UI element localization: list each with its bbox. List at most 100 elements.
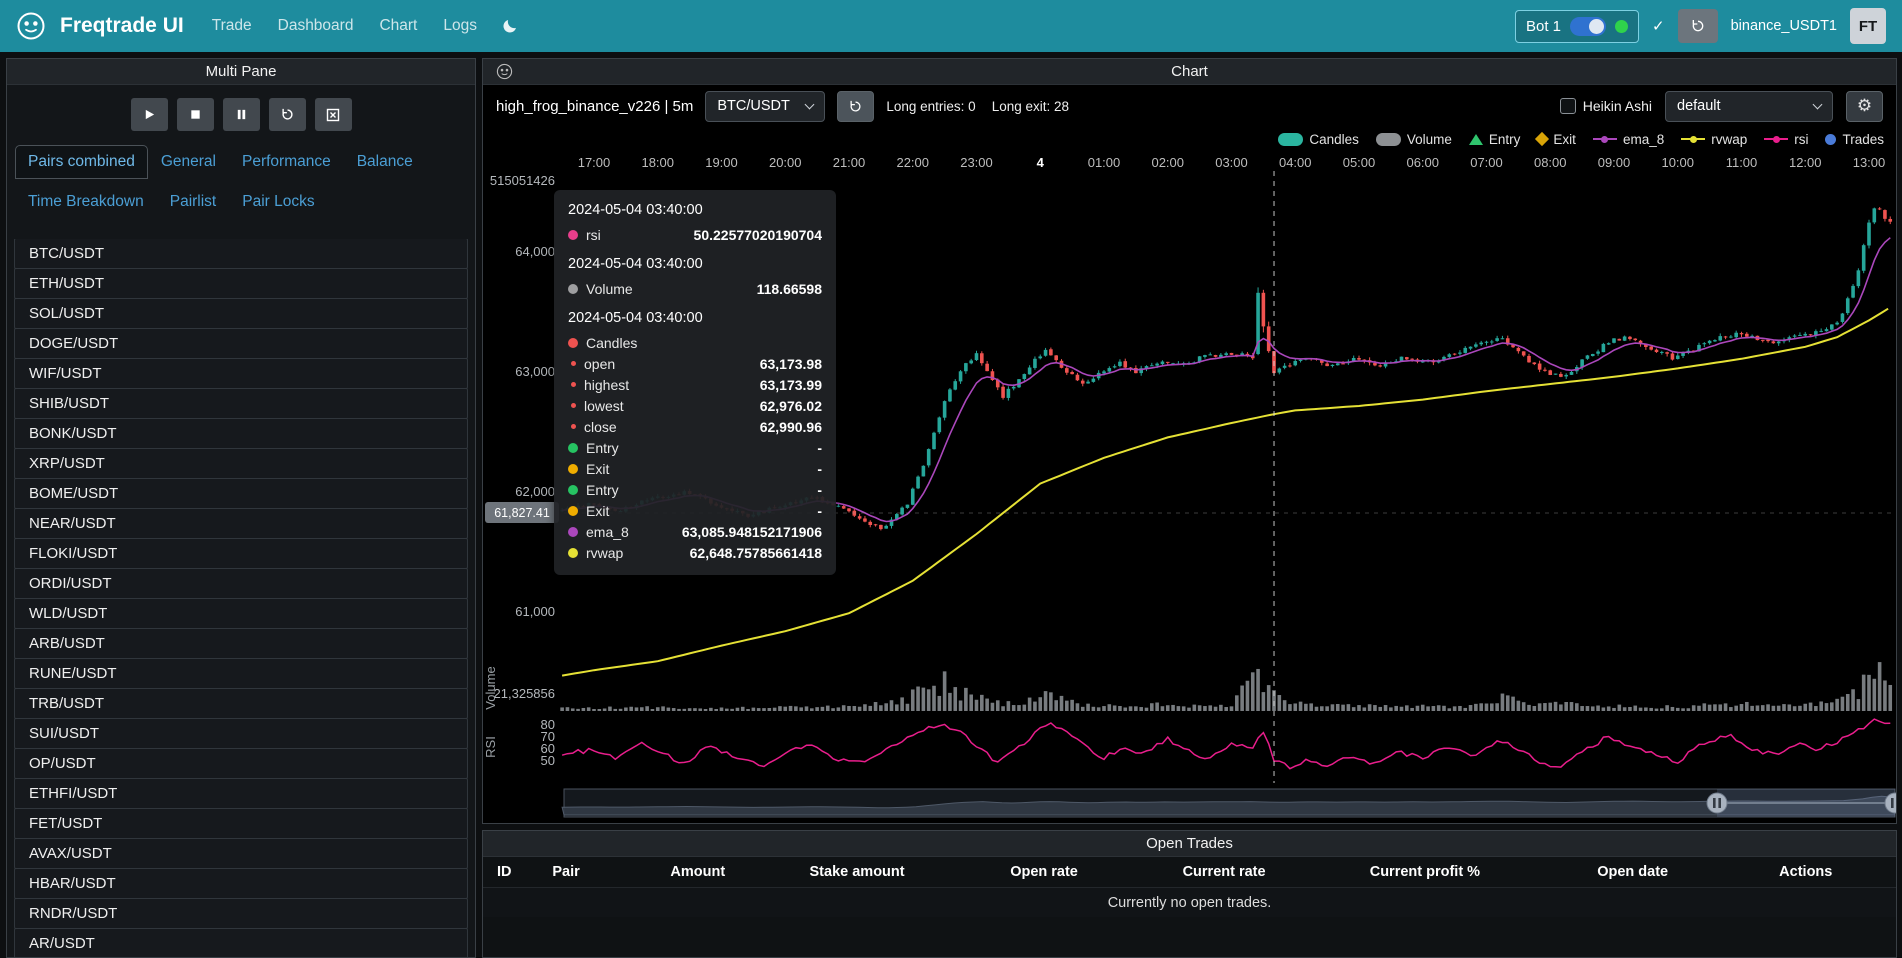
chevron-down-icon <box>805 99 815 109</box>
pair-list-item-xrp-usdt[interactable]: XRP/USDT <box>14 448 468 479</box>
pair-list-item-doge-usdt[interactable]: DOGE/USDT <box>14 328 468 359</box>
reload-bot-button[interactable] <box>1678 9 1718 43</box>
open-trades-columns: IDPairAmountStake amountOpen rateCurrent… <box>483 857 1896 888</box>
pair-list-item-ar-usdt[interactable]: AR/USDT <box>14 928 468 957</box>
axis-label: 13:00 <box>1853 155 1886 170</box>
app-root: Freqtrade UI Trade Dashboard Chart Logs Bot… <box>0 0 1902 958</box>
axis-label: 01:00 <box>1088 155 1121 170</box>
nav-link-chart[interactable]: Chart <box>379 17 417 35</box>
refresh-button[interactable] <box>269 98 306 131</box>
axis-label: 12:00 <box>1789 155 1822 170</box>
pair-list-item-btc-usdt[interactable]: BTC/USDT <box>14 239 468 269</box>
axis-label: 09:00 <box>1598 155 1631 170</box>
bot-toggle[interactable] <box>1570 17 1606 36</box>
axis-label: 63,000 <box>515 364 555 379</box>
table-column-header-current-profit-: Current profit % <box>1314 864 1536 880</box>
line-marker-icon <box>1764 132 1788 146</box>
tooltip-value: - <box>817 461 822 477</box>
pair-list-item-sui-usdt[interactable]: SUI/USDT <box>14 718 468 749</box>
tab-time-breakdown[interactable]: Time Breakdown <box>15 185 157 219</box>
pair-list-item-ethfi-usdt[interactable]: ETHFI/USDT <box>14 778 468 809</box>
table-column-header-amount: Amount <box>635 864 760 880</box>
heikin-ashi-checkbox[interactable] <box>1560 98 1576 114</box>
pair-list-item-wld-usdt[interactable]: WLD/USDT <box>14 598 468 629</box>
rsi-axis-title: RSI <box>483 736 498 758</box>
axis-label: 19:00 <box>705 155 738 170</box>
axis-label: 05:00 <box>1343 155 1376 170</box>
strategy-label: high_frog_binance_v226 | 5m <box>496 98 693 115</box>
open-trades-panel: Open Trades IDPairAmountStake amountOpen… <box>482 830 1897 958</box>
nav-link-logs[interactable]: Logs <box>443 17 477 35</box>
play-button[interactable] <box>131 98 168 131</box>
chart-tooltip: 2024-05-04 03:40:00rsi50.225770201907042… <box>554 190 836 575</box>
chart-settings-button[interactable]: ⚙ <box>1846 91 1883 122</box>
tooltip-label: ema_8 <box>586 524 629 540</box>
chart-refresh-button[interactable] <box>837 91 874 122</box>
tooltip-row-entry: Entry- <box>568 479 822 500</box>
pair-list-item-fet-usdt[interactable]: FET/USDT <box>14 808 468 839</box>
user-avatar[interactable]: FT <box>1850 8 1886 44</box>
stop-button[interactable] <box>177 98 214 131</box>
legend-item-volume[interactable]: Volume <box>1376 132 1452 147</box>
pair-list-item-near-usdt[interactable]: NEAR/USDT <box>14 508 468 539</box>
pair-list-item-op-usdt[interactable]: OP/USDT <box>14 748 468 779</box>
pair-select[interactable]: BTC/USDT <box>705 91 825 122</box>
pair-list-item-bonk-usdt[interactable]: BONK/USDT <box>14 418 468 449</box>
pair-list-item-sol-usdt[interactable]: SOL/USDT <box>14 298 468 329</box>
tab-balance[interactable]: Balance <box>344 145 426 179</box>
bot-name: Bot 1 <box>1526 18 1561 35</box>
toolbar-right: Heikin Ashi default ⚙ <box>1560 91 1883 122</box>
triangle-marker-icon <box>1469 134 1483 145</box>
navbar: Freqtrade UI Trade Dashboard Chart Logs Bot… <box>0 0 1902 52</box>
pair-list-item-rune-usdt[interactable]: RUNE/USDT <box>14 658 468 689</box>
axis-label: 18:00 <box>641 155 674 170</box>
axis-label: 23:00 <box>960 155 993 170</box>
tooltip-value: 62,976.02 <box>760 398 822 414</box>
pair-list-item-ordi-usdt[interactable]: ORDI/USDT <box>14 568 468 599</box>
open-trades-header: Open Trades <box>483 831 1896 857</box>
theme-toggle-icon[interactable] <box>501 17 519 35</box>
pair-list-item-floki-usdt[interactable]: FLOKI/USDT <box>14 538 468 569</box>
brand-title[interactable]: Freqtrade UI <box>60 14 184 38</box>
legend-item-rvwap[interactable]: rvwap <box>1681 132 1747 147</box>
tab-performance[interactable]: Performance <box>229 145 344 179</box>
pair-list-item-hbar-usdt[interactable]: HBAR/USDT <box>14 868 468 899</box>
datazoom-navigator[interactable] <box>562 789 1896 817</box>
bot-selector[interactable]: Bot 1 <box>1515 10 1639 43</box>
table-column-header-current-rate: Current rate <box>1134 864 1314 880</box>
chart-plot-area[interactable]: 17:0018:0019:0020:0021:0022:0023:00401:0… <box>483 151 1896 823</box>
clear-chart-button[interactable] <box>315 98 352 131</box>
tab-general[interactable]: General <box>148 145 229 179</box>
pair-list-item-trb-usdt[interactable]: TRB/USDT <box>14 688 468 719</box>
plot-config-select[interactable]: default <box>1665 91 1833 122</box>
axis-label: 10:00 <box>1661 155 1694 170</box>
tab-pair-locks[interactable]: Pair Locks <box>229 185 327 219</box>
heikin-ashi-toggle[interactable]: Heikin Ashi <box>1560 98 1652 114</box>
legend-label: ema_8 <box>1623 132 1664 147</box>
tooltip-row-rsi: rsi50.22577020190704 <box>568 224 822 245</box>
nav-link-dashboard[interactable]: Dashboard <box>278 17 354 35</box>
rsi-line <box>562 719 1890 769</box>
datazoom-handle-left[interactable] <box>1707 793 1727 813</box>
pair-list-item-avax-usdt[interactable]: AVAX/USDT <box>14 838 468 869</box>
pair-list-item-bome-usdt[interactable]: BOME/USDT <box>14 478 468 509</box>
pair-list-item-wif-usdt[interactable]: WIF/USDT <box>14 358 468 389</box>
legend-item-exit[interactable]: Exit <box>1537 132 1576 147</box>
freqtrade-logo-icon[interactable] <box>16 11 46 41</box>
chip-marker-icon <box>1376 133 1401 146</box>
nav-link-trade[interactable]: Trade <box>212 17 252 35</box>
pane-tabs: Pairs combinedGeneralPerformanceBalance T… <box>15 145 467 219</box>
legend-item-candles[interactable]: Candles <box>1278 132 1359 147</box>
legend-item-trades[interactable]: Trades <box>1825 132 1884 147</box>
pair-list-item-eth-usdt[interactable]: ETH/USDT <box>14 268 468 299</box>
legend-item-rsi[interactable]: rsi <box>1764 132 1808 147</box>
tab-pairs-combined[interactable]: Pairs combined <box>15 145 148 179</box>
legend-item-ema-8[interactable]: ema_8 <box>1593 132 1664 147</box>
pair-list-item-shib-usdt[interactable]: SHIB/USDT <box>14 388 468 419</box>
pair-list-item-arb-usdt[interactable]: ARB/USDT <box>14 628 468 659</box>
legend-item-entry[interactable]: Entry <box>1469 132 1521 147</box>
pair-list-item-rndr-usdt[interactable]: RNDR/USDT <box>14 898 468 929</box>
pause-button[interactable] <box>223 98 260 131</box>
tab-pairlist[interactable]: Pairlist <box>157 185 230 219</box>
legend-label: Exit <box>1553 132 1576 147</box>
